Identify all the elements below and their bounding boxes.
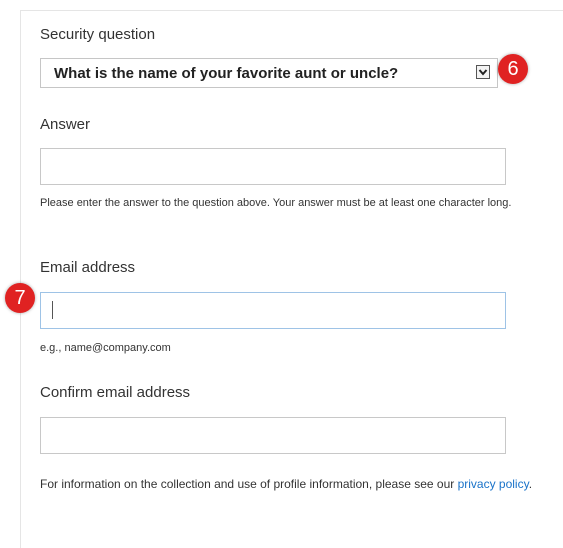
email-helper-text: e.g., name@company.com	[40, 342, 171, 354]
security-question-label: Security question	[40, 26, 156, 43]
answer-helper-text: Please enter the answer to the question …	[40, 197, 512, 209]
privacy-notice-text: For information on the collection and us…	[40, 477, 458, 491]
security-question-select[interactable]: What is the name of your favorite aunt o…	[40, 58, 498, 88]
text-cursor	[52, 301, 53, 319]
form-panel	[20, 10, 563, 548]
privacy-notice-period: .	[528, 477, 533, 491]
answer-label: Answer	[40, 116, 91, 133]
privacy-notice: For information on the collection and us…	[40, 477, 540, 491]
chevron-down-icon[interactable]	[476, 65, 490, 79]
step-7-marker: 7	[5, 283, 35, 313]
security-question-value: What is the name of your favorite aunt o…	[54, 65, 399, 82]
email-label: Email address	[40, 259, 136, 276]
privacy-policy-link[interactable]: privacy policy	[458, 477, 529, 491]
answer-input[interactable]	[40, 148, 506, 185]
confirm-email-input[interactable]	[40, 417, 506, 454]
step-6-marker: 6	[498, 54, 528, 84]
email-input[interactable]	[40, 292, 506, 329]
confirm-email-label: Confirm email address	[40, 384, 191, 401]
